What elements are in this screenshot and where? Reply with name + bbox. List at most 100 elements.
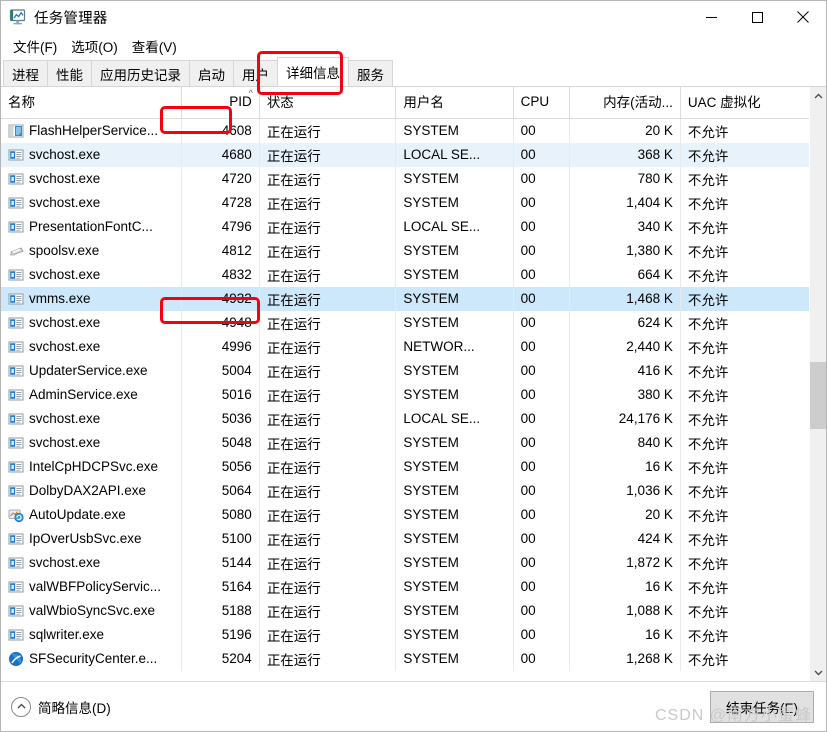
column-header-username[interactable]: 用户名 <box>395 87 514 119</box>
flash-helper-icon <box>8 123 24 139</box>
table-row[interactable]: svchost.exe 4948 正在运行 SYSTEM 00 624 K 不允许 <box>1 310 809 335</box>
svchost-icon <box>8 219 24 235</box>
cell-process-name: AdminService.exe <box>1 382 183 407</box>
svchost-icon <box>8 291 24 307</box>
scroll-up-arrow[interactable] <box>810 87 827 105</box>
cell-username: SYSTEM <box>395 118 514 143</box>
table-row[interactable]: svchost.exe 5036 正在运行 LOCAL SE... 00 24,176 K… <box>1 406 809 431</box>
cell-process-name: svchost.exe <box>1 142 183 167</box>
tab-users[interactable]: 用户 <box>233 60 278 86</box>
fewer-details-button[interactable]: 简略信息(D) <box>11 696 111 717</box>
process-name-label: UpdaterService.exe <box>29 363 148 378</box>
cell-uac: 不允许 <box>687 364 729 380</box>
svchost-icon <box>8 411 24 427</box>
table-row[interactable]: sqlwriter.exe 5196 正在运行 SYSTEM 00 16 K 不允许 <box>1 622 809 647</box>
task-manager-window: 任务管理器 文件(F) 选项(O) 查看(V) 进程 性能 应用历史记录 启动 … <box>0 0 827 732</box>
table-row[interactable]: valWbioSyncSvc.exe 5188 正在运行 SYSTEM 00 1,088 … <box>1 598 809 623</box>
cell-memory: 20 K <box>569 118 681 143</box>
table-row[interactable]: spoolsv.exe 4812 正在运行 SYSTEM 00 1,380 K 不允许 <box>1 238 809 263</box>
column-header-uac[interactable]: UAC 虚拟化 <box>680 87 809 119</box>
table-row[interactable]: AdminService.exe 5016 正在运行 SYSTEM 00 380 K 不允许 <box>1 382 809 407</box>
process-name-label: sqlwriter.exe <box>29 627 105 642</box>
column-header-name[interactable]: 名称 <box>1 87 183 119</box>
cell-status: 正在运行 <box>259 454 397 479</box>
menu-view[interactable]: 查看(V) <box>125 34 184 58</box>
process-name-label: vmms.exe <box>29 291 91 306</box>
cell-memory: 16 K <box>569 622 681 647</box>
table-row[interactable]: DolbyDAX2API.exe 5064 正在运行 SYSTEM 00 1,036 K 不… <box>1 478 809 503</box>
tab-performance[interactable]: 性能 <box>47 60 92 86</box>
cell-process-name: svchost.exe <box>1 334 183 359</box>
cell-memory: 1,468 K <box>569 286 681 311</box>
cell-uac: 不允许 <box>687 556 729 572</box>
cell-status: 正在运行 <box>259 622 397 647</box>
table-row[interactable]: PresentationFontC... 4796 正在运行 LOCAL SE... 0… <box>1 214 809 239</box>
cell-pid: 5144 <box>181 550 260 575</box>
cell-username: SYSTEM <box>395 166 514 191</box>
cell-username: SYSTEM <box>395 646 514 671</box>
process-name-label: svchost.exe <box>29 147 101 162</box>
tab-app-history[interactable]: 应用历史记录 <box>91 60 190 86</box>
menu-options[interactable]: 选项(O) <box>64 34 125 58</box>
cell-username: NETWOR... <box>395 334 514 359</box>
column-header-pid[interactable]: ^ PID <box>181 87 260 119</box>
cell-uac: 不允许 <box>687 244 729 260</box>
close-button[interactable] <box>780 1 826 33</box>
process-name-label: spoolsv.exe <box>29 243 100 258</box>
process-name-label: svchost.exe <box>29 171 101 186</box>
scroll-down-arrow[interactable] <box>810 663 827 681</box>
scrollbar-track[interactable] <box>809 105 826 663</box>
vertical-scrollbar[interactable] <box>809 87 826 681</box>
column-header-memory[interactable]: 内存(活动... <box>569 87 681 119</box>
column-header-cpu[interactable]: CPU <box>513 87 571 119</box>
cell-memory: 1,088 K <box>569 598 681 623</box>
cell-process-name: svchost.exe <box>1 262 183 287</box>
cell-cpu: 00 <box>513 118 571 143</box>
table-row[interactable]: svchost.exe 4728 正在运行 SYSTEM 00 1,404 K 不允许 <box>1 190 809 215</box>
table-row[interactable]: FlashHelperService... 4608 正在运行 SYSTEM 00 20 … <box>1 118 809 143</box>
cell-memory: 340 K <box>569 214 681 239</box>
table-row[interactable]: IntelCpHDCPSvc.exe 5056 正在运行 SYSTEM 00 16 K 不允… <box>1 454 809 479</box>
svchost-icon <box>8 195 24 211</box>
column-header-status[interactable]: 状态 <box>259 87 397 119</box>
cell-process-name: IpOverUsbSvc.exe <box>1 526 183 551</box>
cell-memory: 780 K <box>569 166 681 191</box>
end-task-button[interactable]: 结束任务(E) <box>710 690 814 723</box>
table-row[interactable]: AutoUpdate.exe 5080 正在运行 SYSTEM 00 20 K 不允许 <box>1 502 809 527</box>
window-title: 任务管理器 <box>34 10 108 27</box>
tab-services[interactable]: 服务 <box>348 60 393 86</box>
cell-uac: 不允许 <box>687 196 729 212</box>
table-row[interactable]: svchost.exe 4832 正在运行 SYSTEM 00 664 K 不允许 <box>1 262 809 287</box>
minimize-button[interactable] <box>688 1 734 33</box>
table-row[interactable]: svchost.exe 4680 正在运行 LOCAL SE... 00 368 K 不允许 <box>1 142 809 167</box>
scrollbar-thumb[interactable] <box>809 361 826 429</box>
table-row[interactable]: svchost.exe 5048 正在运行 SYSTEM 00 840 K 不允许 <box>1 430 809 455</box>
table-row[interactable]: SFSecurityCenter.e... 5204 正在运行 SYSTEM 00 1,2… <box>1 646 809 671</box>
cell-status: 正在运行 <box>259 502 397 527</box>
cell-uac: 不允许 <box>687 484 729 500</box>
cell-uac: 不允许 <box>687 628 729 644</box>
cell-process-name: svchost.exe <box>1 190 183 215</box>
process-table-scroll-region[interactable]: 名称 ^ PID 状态 用户名 CPU 内存(活动... UAC 虚拟化 Fla… <box>1 87 809 681</box>
table-row[interactable]: svchost.exe 4996 正在运行 NETWOR... 00 2,440 K 不允许 <box>1 334 809 359</box>
tab-details[interactable]: 详细信息 <box>277 57 349 86</box>
table-row[interactable]: svchost.exe 4720 正在运行 SYSTEM 00 780 K 不允许 <box>1 166 809 191</box>
table-row[interactable]: vmms.exe 4932 正在运行 SYSTEM 00 1,468 K 不允许 <box>1 286 809 311</box>
table-row[interactable]: svchost.exe 5144 正在运行 SYSTEM 00 1,872 K 不允许 <box>1 550 809 575</box>
tab-startup[interactable]: 启动 <box>189 60 234 86</box>
cell-cpu: 00 <box>513 262 571 287</box>
table-row[interactable]: UpdaterService.exe 5004 正在运行 SYSTEM 00 416 K 不… <box>1 358 809 383</box>
menu-file[interactable]: 文件(F) <box>6 34 64 58</box>
process-name-label: svchost.exe <box>29 315 101 330</box>
tab-processes[interactable]: 进程 <box>3 60 48 86</box>
cell-cpu: 00 <box>513 166 571 191</box>
process-name-label: IpOverUsbSvc.exe <box>29 531 142 546</box>
process-name-label: SFSecurityCenter.e... <box>29 651 158 666</box>
maximize-button[interactable] <box>734 1 780 33</box>
cell-uac: 不允许 <box>687 652 729 668</box>
table-row[interactable]: IpOverUsbSvc.exe 5100 正在运行 SYSTEM 00 424 K 不允许 <box>1 526 809 551</box>
cell-process-name: svchost.exe <box>1 430 183 455</box>
table-row[interactable]: valWBFPolicyServic... 5164 正在运行 SYSTEM 00 16 … <box>1 574 809 599</box>
cell-status: 正在运行 <box>259 166 397 191</box>
cell-memory: 424 K <box>569 526 681 551</box>
